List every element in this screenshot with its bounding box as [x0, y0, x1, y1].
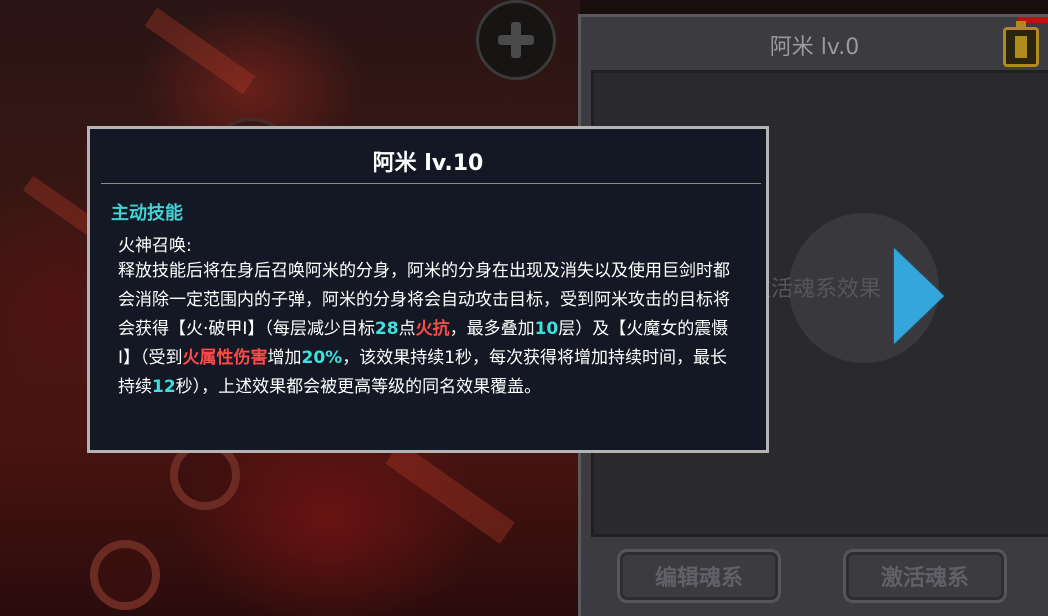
desc-text: 点	[398, 319, 416, 339]
desc-fire-keyword: 火属性伤害	[182, 348, 268, 368]
arrow-right-icon[interactable]	[894, 248, 944, 344]
battery-icon[interactable]	[1003, 21, 1039, 67]
divider	[101, 183, 761, 184]
skill-description: 释放技能后将在身后召唤阿米的分身，阿米的分身在出现及消失以及使用巨剑时都会消除一…	[118, 257, 738, 402]
desc-fire-keyword: 火抗	[415, 319, 450, 339]
skill-type-label: 主动技能	[111, 203, 183, 224]
desc-value: 20%	[301, 348, 343, 368]
skill-tooltip: 阿米 lv.10 主动技能 火神召唤: 释放技能后将在身后召唤阿米的分身，阿米的…	[87, 126, 769, 453]
skill-name: 火神召唤:	[118, 236, 192, 256]
fire-emblem-icon	[90, 540, 160, 610]
art-shard	[385, 442, 515, 544]
desc-value: 10	[534, 319, 559, 339]
desc-text: 增加	[267, 348, 302, 368]
tooltip-title: 阿米 lv.10	[372, 151, 484, 176]
desc-text: 秒），上述效果都会被更高等级的同名效果覆盖。	[175, 377, 542, 397]
art-shard	[144, 7, 256, 95]
panel-title: 阿米 lv.0	[769, 35, 860, 60]
activate-soul-button[interactable]: 激活魂系	[843, 549, 1007, 603]
desc-value: 28	[374, 319, 399, 339]
edit-soul-button[interactable]: 编辑魂系	[617, 549, 781, 603]
desc-value: 12	[152, 377, 176, 397]
desc-text: ，最多叠加	[449, 319, 535, 339]
add-slot-button[interactable]	[476, 0, 556, 80]
plus-icon	[498, 22, 534, 58]
